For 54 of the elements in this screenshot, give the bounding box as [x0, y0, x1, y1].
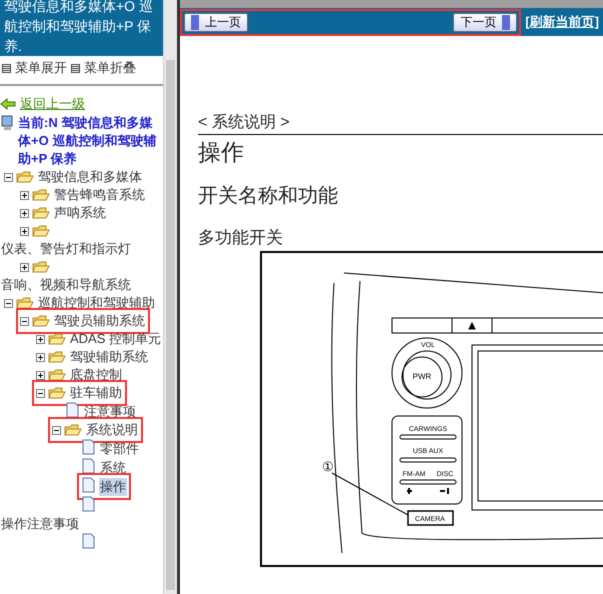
knob-label: PWR — [412, 372, 432, 380]
tree-item[interactable]: 操作 — [99, 478, 127, 496]
expand-toggle[interactable] — [36, 352, 45, 362]
collapse-toggle[interactable] — [4, 172, 13, 182]
expand-toggle[interactable] — [36, 370, 45, 380]
folder-icon[interactable] — [48, 368, 66, 380]
callout-number: ① — [322, 458, 334, 474]
menu-icon[interactable] — [2, 64, 11, 72]
tree-item[interactable]: 驻车辅助 — [69, 384, 123, 402]
tree-item[interactable]: 系统 — [99, 458, 127, 476]
page-icon[interactable] — [81, 496, 96, 512]
folder-icon[interactable] — [16, 296, 34, 308]
collapse-toggle[interactable] — [4, 298, 13, 308]
scrollbar-thumb[interactable] — [166, 60, 175, 590]
page-icon[interactable] — [81, 532, 96, 548]
next-page-button[interactable]: 下一页 — [453, 12, 518, 32]
tree-item[interactable]: 驾驶信息和多媒体 — [37, 168, 143, 186]
tree-item[interactable]: 驾驶辅助系统 — [69, 348, 149, 366]
menu-action[interactable]: 菜单折叠 — [84, 60, 136, 76]
back-link[interactable]: 返回上一级 — [20, 94, 85, 114]
page-icon[interactable] — [81, 458, 96, 474]
expand-toggle[interactable] — [20, 226, 29, 236]
tree-item[interactable]: 操作注意事项 — [0, 514, 80, 532]
page-icon[interactable] — [81, 438, 96, 454]
expand-toggle[interactable] — [20, 190, 29, 200]
subheading: 多功能开关 — [198, 227, 284, 249]
page-title: 操作 — [198, 138, 245, 167]
tree-item[interactable]: 音响、视频和导航系统 — [0, 276, 132, 294]
section-label: < 系统说明 > — [198, 112, 603, 135]
menu-icon[interactable] — [71, 64, 80, 72]
expand-toggle[interactable] — [20, 262, 29, 272]
tree-item[interactable]: 注意事项 — [83, 402, 137, 420]
expand-toggle[interactable] — [36, 334, 45, 344]
tree-item[interactable]: 系统说明 — [85, 420, 139, 438]
collapse-toggle[interactable] — [52, 426, 61, 434]
current-location: 当前:N 驾驶信息和多媒体+O 巡航控制和驾驶辅助+P 保养 — [18, 114, 158, 168]
section-heading: 开关名称和功能 — [198, 184, 339, 209]
tree-item[interactable]: ADAS 控制单元 — [69, 330, 162, 348]
tree-item[interactable]: 声呐系统 — [53, 204, 107, 222]
tree-item[interactable]: 驾驶员辅助系统 — [53, 312, 146, 330]
menu-action[interactable]: 菜单展开 — [15, 60, 67, 76]
tree-item[interactable]: 仪表、警告灯和指示灯 — [0, 240, 132, 258]
computer-icon — [0, 114, 14, 130]
tree-item[interactable]: 警告蜂鸣音系统 — [53, 186, 146, 204]
page-icon[interactable] — [81, 476, 96, 492]
refresh-link[interactable]: [刷新当前页] — [525, 12, 599, 32]
prev-page-button[interactable]: 上一页 — [184, 12, 248, 32]
collapse-toggle[interactable] — [36, 388, 45, 398]
expand-toggle[interactable] — [20, 208, 29, 218]
folder-icon[interactable] — [48, 332, 66, 344]
page-icon[interactable] — [65, 402, 80, 418]
tree-item[interactable]: 零部件 — [99, 440, 140, 458]
back-arrow-icon[interactable] — [0, 98, 16, 110]
collapse-toggle[interactable] — [20, 316, 29, 326]
